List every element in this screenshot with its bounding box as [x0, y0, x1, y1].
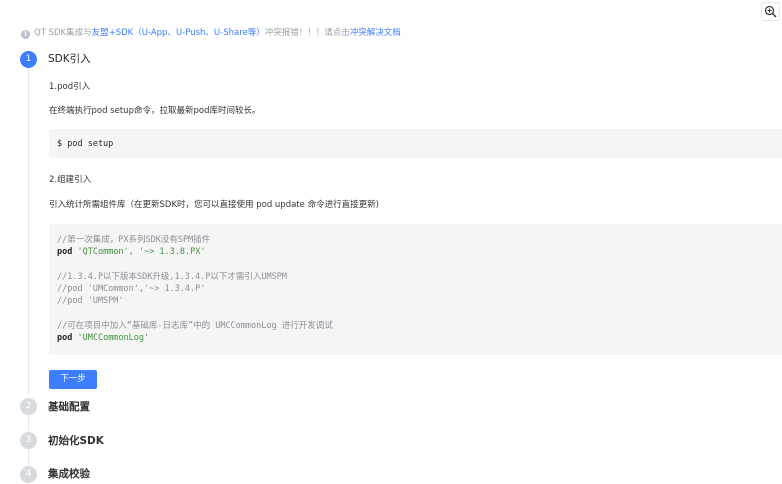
step-connector: [28, 449, 29, 466]
step-connector: [28, 415, 29, 431]
component-import-heading: 2.组建引入: [49, 175, 92, 185]
step-connector: [28, 68, 29, 395]
code-string: 'UMCCommonLog': [77, 333, 150, 343]
notice-prefix: QT SDK集成与: [34, 28, 92, 38]
umeng-sdk-link[interactable]: 友盟+SDK（U-App、U-Push、U-Share等）: [92, 28, 265, 38]
next-step-button[interactable]: 下一步: [49, 370, 97, 389]
component-import-description: 引入统计所需组件库（在更新SDK时，您可以直接使用 pod update 命令进…: [49, 200, 379, 210]
info-icon: !: [21, 30, 30, 39]
code-comment: //pod 'UMSPM': [57, 296, 124, 306]
step-3-indicator[interactable]: 3: [20, 432, 37, 449]
podfile-code-block: //第一次集成，PX系列SDK没有SPM插件 pod 'QTCommon', '…: [49, 224, 782, 355]
code-line: pod 'QTCommon', '~> 1.3.8.PX': [57, 246, 205, 258]
step-3-title[interactable]: 初始化SDK: [48, 434, 104, 448]
code-comment: //pod 'UMCommon','~> 1.3.4.P': [57, 284, 206, 294]
top-bar: [0, 0, 782, 24]
notice-middle: 冲突报错！！！请点击: [264, 28, 350, 38]
step-2-indicator[interactable]: 2: [20, 398, 37, 415]
pod-setup-code-block: $ pod setup: [49, 129, 782, 158]
zoom-in-button[interactable]: [761, 2, 780, 21]
pod-import-heading: 1.pod引入: [49, 82, 91, 92]
conflict-doc-link[interactable]: 冲突解决文档: [350, 28, 401, 38]
code-line: pod 'UMCCommonLog': [57, 332, 149, 344]
code-comment: //第一次集成，PX系列SDK没有SPM插件: [57, 235, 211, 245]
step-1-indicator[interactable]: 1: [20, 51, 37, 68]
conflict-notice: ! QT SDK集成与友盟+SDK（U-App、U-Push、U-Share等）冲…: [21, 27, 401, 39]
page: ! QT SDK集成与友盟+SDK（U-App、U-Push、U-Share等）冲…: [0, 0, 782, 484]
step-4-title[interactable]: 集成校验: [48, 467, 90, 481]
code-comment: //可在项目中加入“基础库-日志库”中的 UMCCommonLog 进行开发调试: [57, 321, 333, 331]
step-2-title[interactable]: 基础配置: [48, 400, 90, 414]
code-line: $ pod setup: [57, 139, 114, 149]
zoom-in-icon: [764, 5, 777, 18]
step-1-title[interactable]: SDK引入: [48, 52, 91, 66]
code-string: , '~> 1.3.8.PX': [128, 247, 206, 257]
code-keyword: pod: [57, 247, 73, 257]
code-comment: //1.3.4.P以下版本SDK升级,1.3.4.P以下才需引入UMSPM: [57, 272, 287, 282]
step-4-indicator[interactable]: 4: [20, 466, 37, 483]
pod-setup-description: 在终端执行pod setup命令，拉取最新pod库时间较长。: [49, 106, 261, 116]
code-keyword: pod: [57, 333, 73, 343]
code-string: 'QTCommon': [77, 247, 129, 257]
